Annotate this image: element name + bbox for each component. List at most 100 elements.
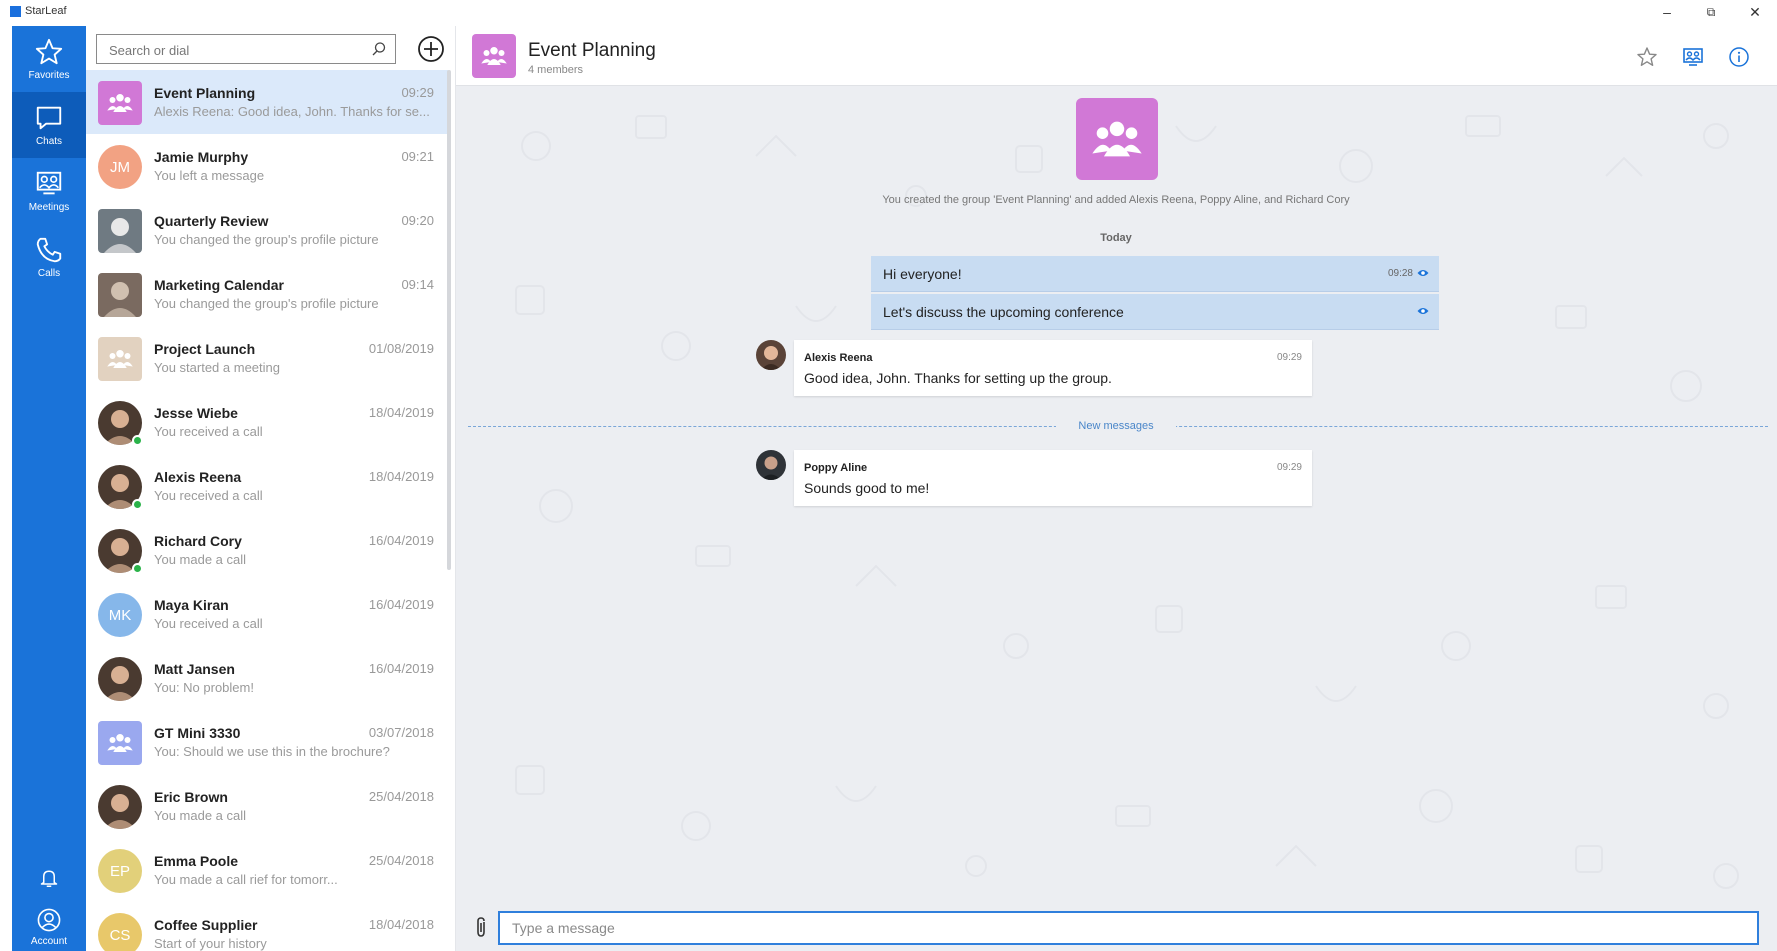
conversation-name: Quarterly Review — [154, 213, 269, 229]
background-pattern — [515, 115, 1739, 889]
conversation-preview: Alexis Reena: Good idea, John. Thanks fo… — [154, 104, 430, 119]
group-avatar[interactable] — [472, 34, 516, 78]
nav-favorites[interactable]: Favorites — [12, 26, 86, 92]
minimize-button[interactable]: – — [1645, 0, 1689, 24]
incoming-message[interactable]: Poppy Aline 09:29 Sounds good to me! — [794, 450, 1312, 506]
conversation-item[interactable]: MK Maya Kiran 16/04/2019 You received a cal… — [86, 582, 448, 646]
search-icon[interactable] — [371, 41, 387, 57]
conversation-item[interactable]: EP Emma Poole 25/04/2018 You made a call ri… — [86, 838, 448, 902]
avatar: MK — [98, 593, 142, 637]
nav-meetings[interactable]: Meetings — [12, 158, 86, 224]
conversation-preview: Start of your history — [154, 936, 267, 951]
nav-rail: Favorites Chats Meetings Calls Account — [12, 26, 86, 951]
avatar — [98, 721, 142, 765]
outgoing-message[interactable]: Let's discuss the upcoming conference — [871, 294, 1439, 330]
conversation-item[interactable]: Marketing Calendar 09:14 You changed the g… — [86, 262, 448, 326]
avatar-initials: MK — [108, 606, 132, 624]
conversation-name: Matt Jansen — [154, 661, 235, 677]
conversation-time: 16/04/2019 — [368, 597, 434, 612]
nav-calls[interactable]: Calls — [12, 224, 86, 290]
message-input[interactable] — [498, 911, 1759, 945]
conversation-time: 18/04/2019 — [368, 405, 434, 420]
new-chat-button[interactable] — [416, 34, 446, 64]
conversation-item[interactable]: JM Jamie Murphy 09:21 You left a message — [86, 134, 448, 198]
conversation-item[interactable]: Jesse Wiebe 18/04/2019 You received a call — [86, 390, 448, 454]
member-count[interactable]: 4 members — [528, 64, 583, 76]
conversation-item[interactable]: Matt Jansen 16/04/2019 You: No problem! — [86, 646, 448, 710]
conversation-preview: You received a call — [154, 488, 263, 503]
avatar — [98, 209, 142, 253]
message-text: Good idea, John. Thanks for setting up t… — [804, 370, 1112, 386]
conversation-item[interactable]: Eric Brown 25/04/2018 You made a call — [86, 774, 448, 838]
conversation-time: 16/04/2019 — [368, 661, 434, 676]
avatar — [98, 657, 142, 701]
starleaf-logo-icon — [10, 5, 21, 17]
avatar: JM — [98, 145, 142, 189]
meetings-icon — [36, 171, 62, 195]
conversation-preview: You: No problem! — [154, 680, 254, 695]
seen-eye-icon — [1417, 308, 1429, 314]
conversation-item[interactable]: Richard Cory 16/04/2019 You made a call — [86, 518, 448, 582]
conversation-name: Maya Kiran — [154, 597, 229, 613]
conversation-item[interactable]: Event Planning 09:29 Alexis Reena: Good id… — [86, 70, 448, 134]
profile-photo — [98, 209, 142, 253]
avatar-initials: JM — [110, 158, 130, 176]
group-people-icon — [107, 94, 133, 112]
conversation-preview: You received a call — [154, 616, 263, 631]
incoming-message[interactable]: Alexis Reena 09:29 Good idea, John. Than… — [794, 340, 1312, 396]
avatar[interactable] — [756, 450, 786, 480]
conversation-item[interactable]: CS Coffee Supplier 18/04/2018 Start of your… — [86, 902, 448, 951]
nav-chats[interactable]: Chats — [12, 92, 86, 158]
conversation-name: Jamie Murphy — [154, 149, 249, 165]
conversation-name: Marketing Calendar — [154, 277, 284, 293]
search-input[interactable]: Search or dial — [109, 43, 189, 58]
message-text: Let's discuss the upcoming conference — [883, 304, 1124, 320]
chat-pane: Event Planning 4 members You created the… — [456, 26, 1777, 951]
phone-icon — [36, 237, 62, 263]
conversation-item[interactable]: Alexis Reena 18/04/2019 You received a cal… — [86, 454, 448, 518]
conversation-preview: You changed the group's profile picture — [154, 232, 379, 247]
conversation-preview: You received a call — [154, 424, 263, 439]
conversation-time: 18/04/2018 — [368, 917, 434, 932]
avatar-initials: CS — [109, 926, 131, 944]
close-window-button[interactable]: ✕ — [1733, 0, 1777, 24]
conversation-preview: You changed the group's profile picture — [154, 296, 379, 311]
paperclip-icon[interactable] — [472, 916, 490, 938]
conversation-item[interactable]: Project Launch 01/08/2019 You started a me… — [86, 326, 448, 390]
profile-photo — [98, 273, 142, 317]
new-messages-label: New messages — [1056, 420, 1176, 432]
avatar[interactable] — [756, 340, 786, 370]
avatar — [98, 81, 142, 125]
nav-meetings-label: Meetings — [28, 202, 70, 213]
conversation-preview: You left a message — [154, 168, 265, 183]
nav-account[interactable]: Account — [12, 902, 86, 951]
outgoing-message[interactable]: Hi everyone! 09:28 — [871, 256, 1439, 292]
conversation-time: 25/04/2018 — [368, 853, 434, 868]
conversation-name: Coffee Supplier — [154, 917, 258, 933]
conversation-time: 09:29 — [401, 85, 434, 100]
nav-account-label: Account — [30, 936, 68, 947]
message-time: 09:29 — [1276, 352, 1302, 363]
conversation-preview: You started a meeting — [154, 360, 280, 375]
conversation-item[interactable]: Quarterly Review 09:20 You changed the gro… — [86, 198, 448, 262]
app-title-text: StarLeaf — [25, 5, 67, 17]
chat-bubble-icon — [36, 106, 62, 130]
conversation-time: 01/08/2019 — [368, 341, 434, 356]
online-status-dot — [132, 499, 143, 510]
conversation-item[interactable]: GT Mini 3330 03/07/2018 You: Should we use… — [86, 710, 448, 774]
search-box[interactable]: Search or dial — [96, 34, 396, 64]
notifications-button[interactable] — [12, 854, 86, 904]
title-bar: StarLeaf – ⧉ ✕ — [0, 0, 1777, 24]
star-icon — [35, 38, 63, 65]
group-profile-picture — [1076, 98, 1158, 180]
restore-button[interactable]: ⧉ — [1689, 0, 1733, 24]
conversation-name: GT Mini 3330 — [154, 725, 241, 741]
info-icon[interactable] — [1728, 46, 1750, 68]
alexis-reena-avatar-photo — [756, 340, 786, 370]
conversation-time: 03/07/2018 — [368, 725, 434, 740]
poppy-aline-avatar-photo — [756, 450, 786, 480]
profile-photo — [98, 657, 142, 701]
start-meeting-icon[interactable] — [1682, 46, 1704, 68]
list-scrollbar[interactable] — [447, 70, 451, 570]
star-icon[interactable] — [1636, 46, 1658, 68]
